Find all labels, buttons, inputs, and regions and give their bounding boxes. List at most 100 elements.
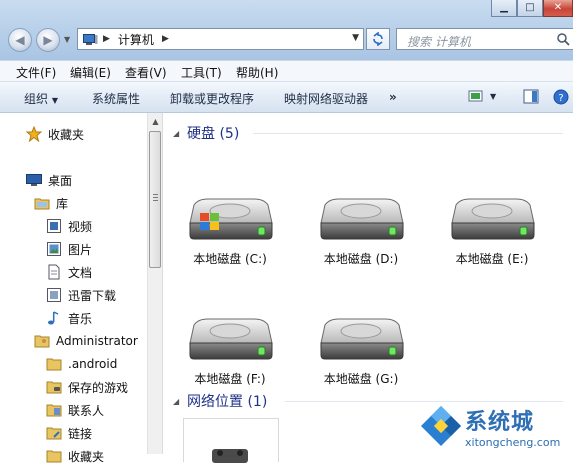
map-network-drive-button[interactable]: 映射网络驱动器 <box>284 90 368 107</box>
menu-view[interactable]: 查看(V) <box>125 64 167 81</box>
hard-drive-icon <box>320 198 404 240</box>
nav-music-label: 音乐 <box>68 311 93 326</box>
close-icon: ✕ <box>553 2 563 13</box>
nav-desktop-label: 桌面 <box>48 173 73 188</box>
system-drive-icon <box>189 198 273 240</box>
maximize-icon: □ <box>525 2 535 13</box>
contacts-folder-icon <box>46 402 62 418</box>
drive-f[interactable]: 本地磁盘 (F:) <box>175 317 285 387</box>
drive-d[interactable]: 本地磁盘 (D:) <box>306 197 416 267</box>
hard-drives-group-header[interactable]: ◢ 硬盘 (5) <box>173 123 563 143</box>
nav-pictures[interactable]: 图片 <box>46 239 92 259</box>
view-options-dropdown-icon[interactable]: ▼ <box>490 92 496 101</box>
watermark-logo-icon <box>421 406 461 446</box>
menu-file[interactable]: 文件(F) <box>16 64 56 81</box>
nav-music[interactable]: 音乐 <box>46 308 92 328</box>
favorites-folder-icon <box>46 448 62 464</box>
svg-text:?: ? <box>558 93 563 104</box>
nav-videos[interactable]: 视频 <box>46 216 92 236</box>
star-icon <box>25 125 43 143</box>
nav-videos-label: 视频 <box>68 219 93 234</box>
drive-g[interactable]: 本地磁盘 (G:) <box>306 317 416 387</box>
music-note-icon <box>46 310 62 326</box>
nav-libraries-label: 库 <box>56 196 69 211</box>
back-button[interactable]: ◀ <box>8 28 32 52</box>
drive-g-label: 本地磁盘 (G:) <box>323 372 399 386</box>
search-placeholder: 搜索 计算机 <box>407 35 471 49</box>
nav-scrollbar[interactable]: ▲ <box>147 113 163 454</box>
uninstall-program-button[interactable]: 卸载或更改程序 <box>170 90 254 107</box>
close-button[interactable]: ✕ <box>543 0 573 17</box>
change-view-icon[interactable] <box>468 89 484 103</box>
drive-c[interactable]: 本地磁盘 (C:) <box>175 197 285 267</box>
user-folder-icon <box>34 333 50 349</box>
desktop-icon <box>26 172 42 188</box>
network-title: 网络位置 (1) <box>187 394 268 410</box>
organize-button[interactable]: 组织 ▼ <box>24 90 58 107</box>
scroll-grip-icon <box>153 194 158 203</box>
address-dropdown-icon[interactable]: ▼ <box>352 33 359 43</box>
menu-edit[interactable]: 编辑(E) <box>70 64 111 81</box>
document-icon <box>46 264 62 280</box>
preview-pane-icon[interactable] <box>523 89 539 104</box>
nav-xunlei[interactable]: 迅雷下载 <box>46 285 116 305</box>
drive-e[interactable]: 本地磁盘 (E:) <box>437 197 547 267</box>
network-drive-icon <box>212 449 248 463</box>
search-box[interactable]: 搜索 计算机 <box>396 28 573 50</box>
more-commands-button[interactable]: » <box>389 90 397 104</box>
nav-saved-games-label: 保存的游戏 <box>68 380 129 395</box>
drive-e-label: 本地磁盘 (E:) <box>455 252 529 266</box>
address-bar[interactable]: ▶ 计算机 ▶ ▼ <box>77 28 364 50</box>
hard-drives-title: 硬盘 (5) <box>187 126 240 142</box>
refresh-button[interactable] <box>366 28 390 50</box>
scroll-up-icon[interactable]: ▲ <box>148 113 163 130</box>
nav-desktop[interactable]: 桌面 <box>26 170 72 190</box>
breadcrumb-arrow-icon[interactable]: ▶ <box>162 34 169 44</box>
hard-drive-icon <box>320 318 404 360</box>
video-icon <box>46 218 62 234</box>
hard-drive-icon <box>189 318 273 360</box>
drive-f-label: 本地磁盘 (F:) <box>194 372 266 386</box>
drive-c-label: 本地磁盘 (C:) <box>193 252 267 266</box>
nav-android-label: .android <box>68 357 118 371</box>
navigation-pane: 收藏夹 桌面 库 视频 图片 文档 迅雷下载 音乐 Administrator … <box>0 113 163 464</box>
breadcrumb-separator-icon[interactable]: ▶ <box>103 34 110 44</box>
watermark-url: xitongcheng.com <box>465 436 561 449</box>
nav-documents[interactable]: 文档 <box>46 262 92 282</box>
nav-administrator-label: Administrator <box>56 334 138 348</box>
folder-icon <box>46 356 62 372</box>
watermark-name: 系统城 <box>465 410 535 435</box>
site-watermark: 系统城 xitongcheng.com <box>419 402 573 454</box>
nav-libraries[interactable]: 库 <box>34 193 68 213</box>
system-properties-button[interactable]: 系统属性 <box>92 90 140 107</box>
nav-contacts[interactable]: 联系人 <box>46 400 104 420</box>
download-folder-icon <box>46 287 62 303</box>
computer-icon <box>83 33 98 45</box>
help-icon[interactable]: ? <box>553 89 569 105</box>
forward-button[interactable]: ▶ <box>36 28 60 52</box>
nav-administrator[interactable]: Administrator <box>34 331 138 351</box>
saved-games-folder-icon <box>46 379 62 395</box>
drive-d-label: 本地磁盘 (D:) <box>323 252 399 266</box>
nav-links[interactable]: 链接 <box>46 423 92 443</box>
menu-tools[interactable]: 工具(T) <box>181 64 222 81</box>
recent-pages-dropdown[interactable]: ▼ <box>64 35 70 44</box>
nav-links-label: 链接 <box>68 426 93 441</box>
maximize-button[interactable]: □ <box>517 0 543 17</box>
collapse-triangle-icon[interactable]: ◢ <box>173 397 187 406</box>
minimize-button[interactable]: ▁ <box>491 0 517 17</box>
menu-help[interactable]: 帮助(H) <box>236 64 278 81</box>
menu-bar: 文件(F) 编辑(E) 查看(V) 工具(T) 帮助(H) <box>0 60 573 82</box>
minimize-icon: ▁ <box>500 2 508 13</box>
nav-saved-games[interactable]: 保存的游戏 <box>46 377 128 397</box>
nav-android[interactable]: .android <box>46 354 117 374</box>
breadcrumb-computer[interactable]: 计算机 <box>118 31 154 48</box>
organize-label: 组织 <box>24 92 49 106</box>
collapse-triangle-icon[interactable]: ◢ <box>173 129 187 138</box>
nav-favorites[interactable]: 收藏夹 <box>25 124 84 144</box>
scroll-thumb[interactable] <box>149 131 161 268</box>
nav-favorites-folder[interactable]: 收藏夹 <box>46 446 104 466</box>
nav-pictures-label: 图片 <box>68 242 93 257</box>
network-location-item[interactable] <box>183 418 279 463</box>
search-icon[interactable] <box>556 32 570 46</box>
